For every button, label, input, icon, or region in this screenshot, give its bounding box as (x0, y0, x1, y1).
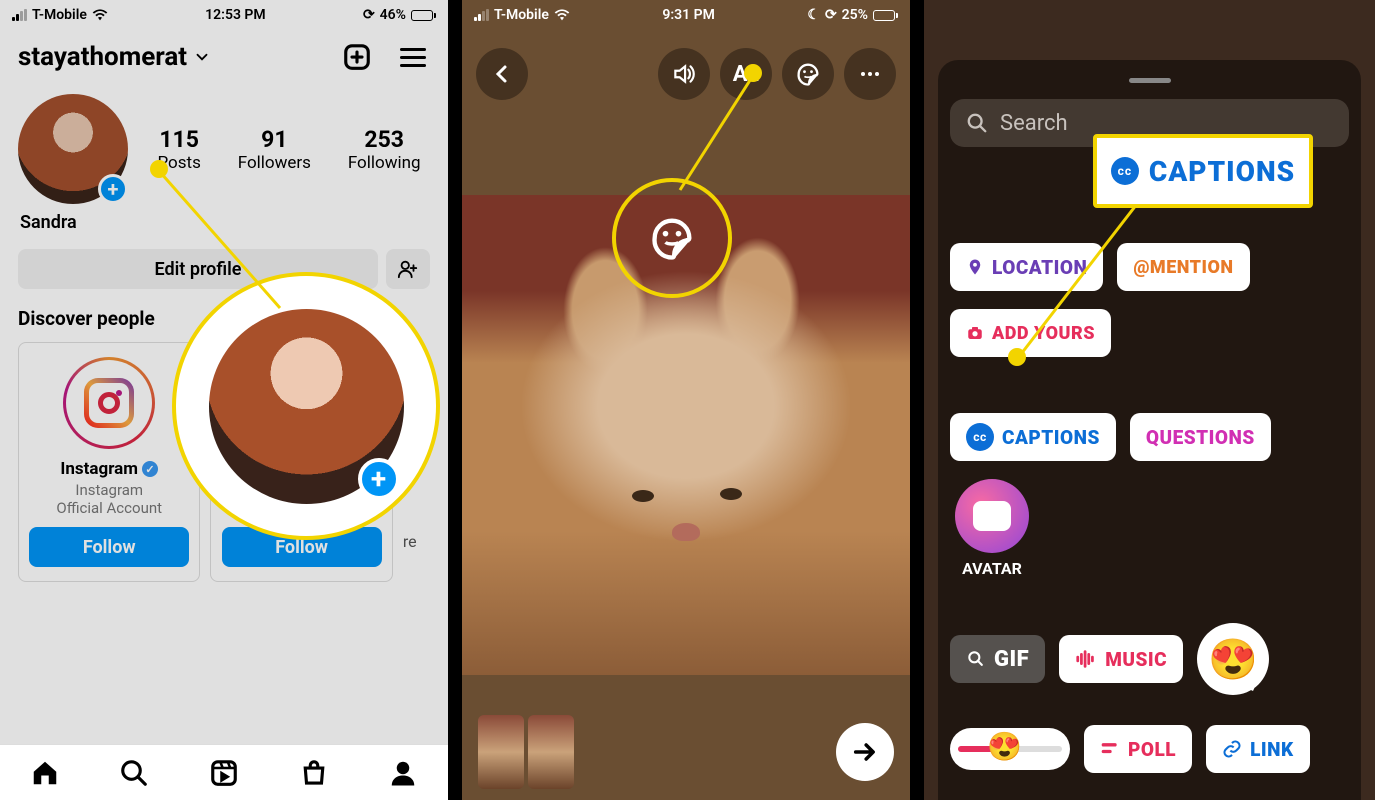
clip-thumbnail[interactable] (478, 715, 524, 789)
instagram-logo-icon (84, 378, 134, 428)
plus-box-icon (342, 42, 372, 72)
followers-count: 91 (238, 126, 311, 153)
sticker-add-yours[interactable]: ADD YOURS (950, 309, 1111, 357)
discover-people-button[interactable] (386, 249, 430, 289)
avatar: + (209, 309, 404, 504)
sticker-icon (794, 60, 822, 88)
more-button[interactable] (844, 48, 896, 100)
sticker-gif[interactable]: GIF (950, 635, 1045, 683)
arrow-right-icon (851, 738, 879, 766)
sticker-button[interactable] (782, 48, 834, 100)
battery-icon (411, 10, 436, 21)
sticker-location[interactable]: LOCATION (950, 243, 1103, 291)
cc-icon: cc (1111, 157, 1139, 185)
camera-icon (966, 324, 984, 342)
carrier-label: T-Mobile (494, 7, 549, 23)
reels-icon[interactable] (209, 758, 239, 788)
wifi-icon (554, 9, 570, 21)
search-placeholder: Search (1000, 111, 1068, 136)
suggestion-avatar[interactable] (63, 357, 155, 449)
next-button[interactable] (836, 723, 894, 781)
speaker-icon (671, 61, 697, 87)
followers-stat[interactable]: 91 Followers (238, 126, 311, 173)
callout-avatar-highlight: + (172, 272, 440, 540)
sticker-mention[interactable]: @MENTION (1117, 243, 1249, 291)
carrier-label: T-Mobile (32, 7, 87, 23)
plus-icon: + (358, 458, 400, 500)
bottom-nav (0, 744, 448, 800)
plus-icon: + (98, 174, 128, 204)
sticker-poll[interactable]: POLL (1084, 725, 1192, 773)
battery-pct-label: 25% (842, 7, 868, 23)
story-add-avatar[interactable]: + (18, 94, 128, 204)
pin-icon (966, 258, 984, 276)
suggestion-name: Instagram (60, 459, 138, 479)
callout-dot (1008, 348, 1026, 366)
orientation-lock-icon: ⟳ (363, 7, 375, 23)
callout-sticker-highlight (612, 178, 732, 298)
battery-icon (873, 10, 898, 21)
verified-icon (142, 461, 158, 477)
signal-icon (474, 9, 489, 21)
more-icon (858, 62, 882, 86)
sticker-avatar[interactable]: AVATAR (950, 479, 1034, 593)
clock-label: 9:31 PM (662, 7, 715, 23)
following-label: Following (348, 153, 421, 173)
chevron-down-icon (193, 48, 211, 66)
clip-thumbnail[interactable] (528, 715, 574, 789)
profile-icon[interactable] (388, 758, 418, 788)
sticker-link[interactable]: LINK (1206, 725, 1310, 773)
callout-captions-highlight: cc CAPTIONS (1093, 134, 1313, 208)
status-bar: T-Mobile 12:53 PM ⟳ 46% (0, 0, 448, 30)
soundwave-icon (1075, 649, 1097, 669)
display-name: Sandra (0, 208, 448, 237)
shop-icon[interactable] (299, 758, 329, 788)
sheet-grabber[interactable] (1129, 78, 1171, 83)
sticker-emoji[interactable]: 😍 (1197, 623, 1269, 695)
username-switcher[interactable]: stayathomerat (18, 42, 211, 72)
following-stat[interactable]: 253 Following (348, 126, 421, 173)
chat-icon (973, 501, 1011, 531)
clip-thumbnails[interactable] (478, 715, 574, 789)
moon-icon: ☾ (807, 7, 820, 23)
edit-profile-label: Edit profile (155, 259, 242, 280)
signal-icon (12, 9, 27, 21)
status-bar: T-Mobile 9:31 PM ☾ ⟳ 25% (462, 0, 910, 30)
link-icon (1222, 739, 1242, 759)
following-count: 253 (348, 126, 421, 153)
sticker-slider[interactable]: 😍 (950, 728, 1070, 770)
poll-icon (1100, 740, 1120, 758)
follow-label: Follow (83, 537, 136, 558)
sound-button[interactable] (658, 48, 710, 100)
sticker-icon (646, 212, 698, 264)
posts-count: 115 (157, 126, 200, 153)
search-icon[interactable] (119, 758, 149, 788)
search-icon (966, 649, 986, 669)
cc-icon: cc (966, 423, 994, 451)
orientation-lock-icon: ⟳ (825, 7, 837, 23)
sticker-music[interactable]: MUSIC (1059, 635, 1183, 683)
clock-label: 12:53 PM (205, 7, 266, 23)
chevron-left-icon (490, 62, 514, 86)
back-button[interactable] (476, 48, 528, 100)
create-button[interactable] (340, 40, 374, 74)
battery-pct-label: 46% (380, 7, 406, 23)
home-icon[interactable] (30, 758, 60, 788)
add-person-icon (397, 258, 419, 280)
username-label: stayathomerat (18, 42, 187, 72)
search-icon (966, 112, 988, 134)
menu-button[interactable] (396, 40, 430, 74)
callout-dot (150, 160, 168, 178)
sticker-questions[interactable]: QUESTIONS (1130, 413, 1271, 461)
follow-button[interactable]: Follow (29, 527, 189, 567)
callout-dot (744, 64, 762, 82)
followers-label: Followers (238, 153, 311, 173)
suggestion-card: Instagram InstagramOfficial Account Foll… (18, 342, 200, 582)
wifi-icon (92, 9, 108, 21)
sticker-captions[interactable]: cc CAPTIONS (950, 413, 1116, 461)
